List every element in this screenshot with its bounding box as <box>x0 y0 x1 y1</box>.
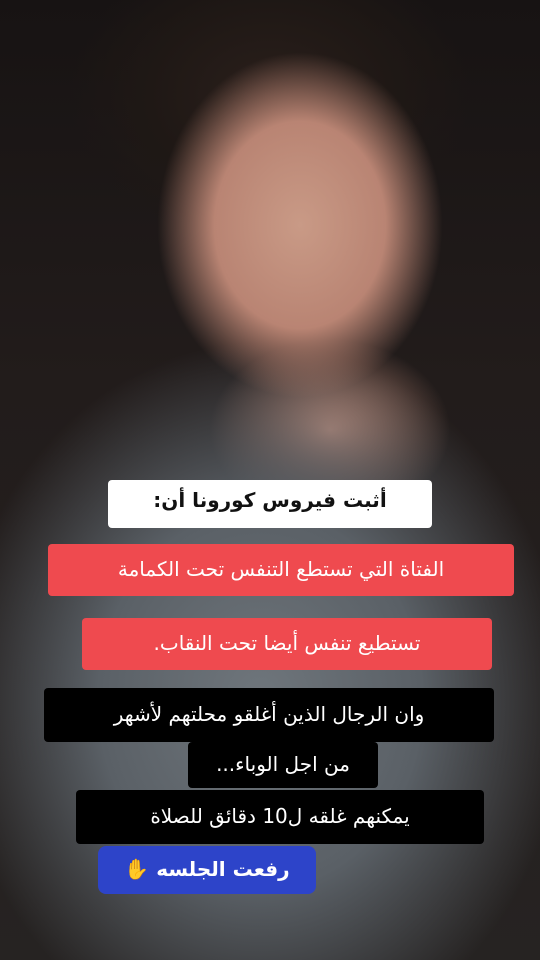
raised-hand-icon: ✋ <box>124 857 150 881</box>
caption-black-1: وان الرجال الذين أغلقو محلتهم لأشهر <box>44 688 494 742</box>
caption-black-1-text: وان الرجال الذين أغلقو محلتهم لأشهر <box>113 702 425 726</box>
caption-blue-text: رفعت الجلسه <box>156 857 290 881</box>
caption-black-2-text: من اجل الوباء... <box>216 752 350 776</box>
caption-black-3: يمكنهم غلقه ل10 دقائق للصلاة <box>76 790 484 844</box>
caption-red-1: الفتاة التي تستطع التنفس تحت الكمامة <box>48 544 514 596</box>
caption-title-text: أثبت فيروس كورونا أن: <box>153 488 387 512</box>
caption-red-1-text: الفتاة التي تستطع التنفس تحت الكمامة <box>117 557 445 581</box>
caption-black-3-text: يمكنهم غلقه ل10 دقائق للصلاة <box>150 804 410 828</box>
caption-title: أثبت فيروس كورونا أن: <box>108 480 432 528</box>
caption-blue: رفعت الجلسه ✋ <box>98 846 316 894</box>
caption-black-2: من اجل الوباء... <box>188 742 378 788</box>
caption-red-2-text: تستطيع تنفس أيضا تحت النقاب. <box>153 631 421 655</box>
caption-red-2: تستطيع تنفس أيضا تحت النقاب. <box>82 618 492 670</box>
